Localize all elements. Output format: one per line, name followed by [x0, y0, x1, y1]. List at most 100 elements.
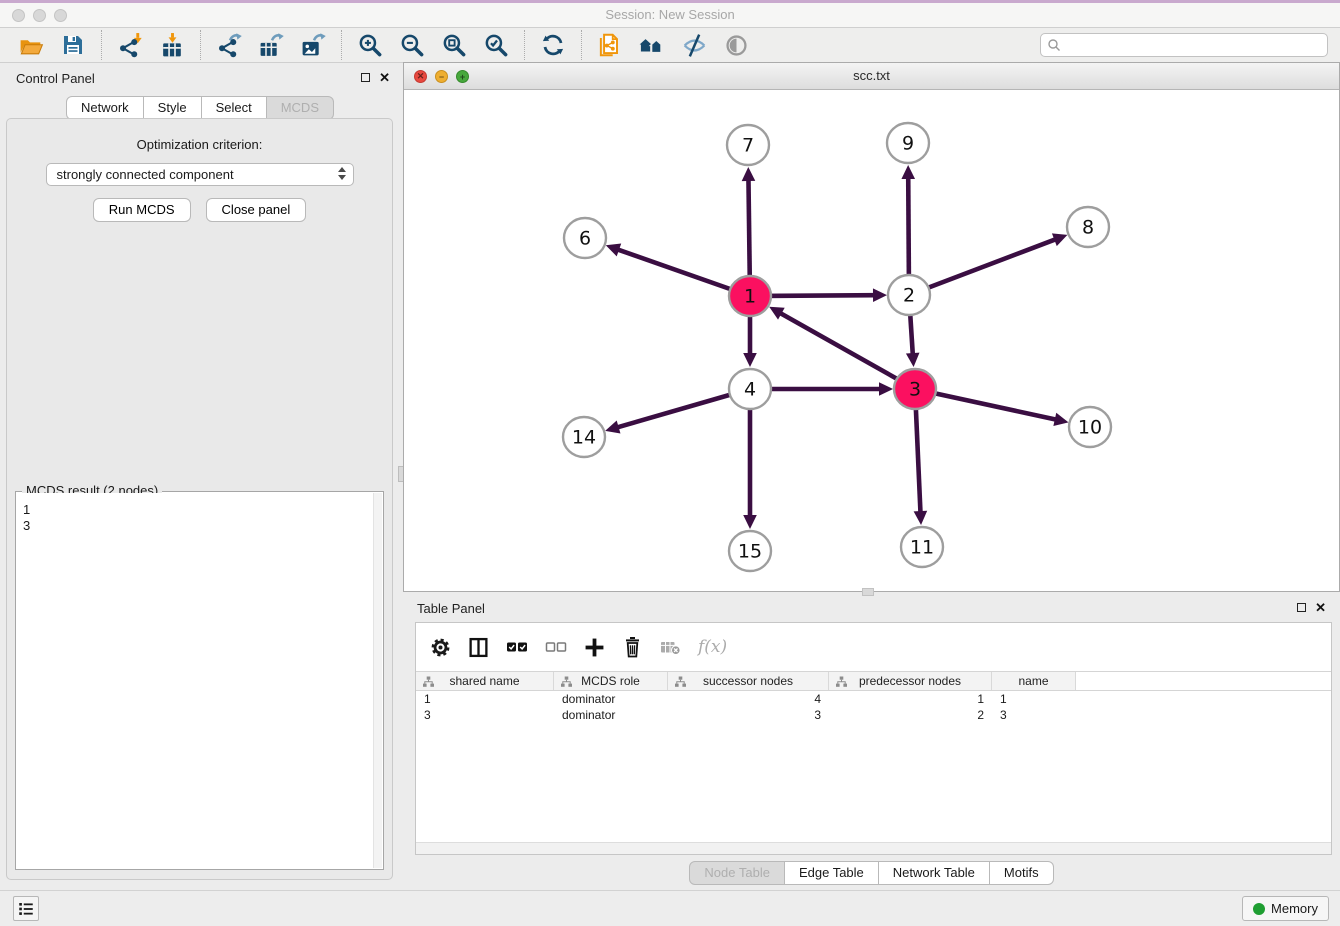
deselect-all-columns-icon[interactable] [545, 640, 567, 654]
criterion-dropdown[interactable]: strongly connected component [46, 163, 354, 186]
column-header-predecessor-nodes[interactable]: predecessor nodes [829, 672, 992, 690]
zoom-out-icon[interactable] [397, 30, 427, 60]
table-cell[interactable]: 1 [416, 691, 554, 707]
close-panel-icon[interactable]: ✕ [379, 72, 390, 83]
settings-icon[interactable] [430, 637, 451, 658]
float-panel-icon[interactable] [361, 73, 370, 82]
zoom-selected-icon[interactable] [481, 30, 511, 60]
table-cell[interactable]: dominator [554, 707, 668, 723]
control-panel: Control Panel ✕ NetworkStyleSelectMCDS O… [0, 65, 400, 882]
table-row[interactable]: 3dominator323 [416, 707, 1331, 723]
tab-edge-table[interactable]: Edge Table [785, 861, 879, 885]
toolbar-separator [341, 30, 342, 60]
table-cell[interactable]: 3 [668, 707, 829, 723]
close-panel-button[interactable]: Close panel [206, 198, 307, 222]
column-header-MCDS-role[interactable]: MCDS role [554, 672, 668, 690]
import-table-icon[interactable] [157, 30, 187, 60]
tab-mcds[interactable]: MCDS [267, 96, 334, 120]
home-icon[interactable] [637, 30, 667, 60]
show-graphics-icon[interactable] [721, 30, 751, 60]
zoom-in-icon[interactable] [355, 30, 385, 60]
graph-edge-1-6[interactable] [606, 244, 750, 296]
graph-node-label: 11 [910, 537, 934, 559]
import-network-icon[interactable] [115, 30, 145, 60]
graph-node-15[interactable]: 15 [729, 531, 771, 571]
table-cell[interactable]: 3 [992, 707, 1076, 723]
graph-node-label: 6 [579, 228, 591, 250]
column-header-label: successor nodes [703, 674, 793, 688]
column-chooser-icon[interactable] [468, 637, 489, 658]
node-table: f(x) shared nameMCDS role successor nodes… [415, 622, 1332, 855]
export-network-icon[interactable] [214, 30, 244, 60]
graph-node-3[interactable]: 3 [894, 369, 936, 409]
memory-button[interactable]: Memory [1242, 896, 1329, 921]
search-input[interactable] [1061, 38, 1321, 52]
graph-node-label: 4 [744, 379, 756, 401]
graph-edge-3-10[interactable] [915, 389, 1069, 426]
add-column-icon[interactable] [584, 637, 605, 658]
open-session-icon[interactable] [16, 30, 46, 60]
tab-motifs[interactable]: Motifs [990, 861, 1054, 885]
tab-node-table[interactable]: Node Table [689, 861, 785, 885]
column-type-icon [560, 676, 573, 688]
search-field[interactable] [1040, 33, 1328, 57]
graph-node-2[interactable]: 2 [888, 275, 930, 315]
table-panel-header: Table Panel ✕ [403, 595, 1340, 623]
close-table-panel-icon[interactable]: ✕ [1315, 602, 1326, 613]
table-toolbar: f(x) [416, 623, 1331, 671]
delete-column-icon[interactable] [622, 636, 643, 658]
table-cell[interactable]: dominator [554, 691, 668, 707]
graph-edge-4-14[interactable] [605, 389, 750, 434]
network-window-titlebar[interactable]: ✕ − + scc.txt [404, 63, 1339, 90]
graph-node-7[interactable]: 7 [727, 125, 769, 165]
graph-node-9[interactable]: 9 [887, 123, 929, 163]
column-type-icon [835, 676, 848, 688]
graph-edge-2-8[interactable] [909, 233, 1067, 295]
task-history-button[interactable] [13, 896, 39, 921]
main-toolbar [0, 28, 1340, 63]
table-row[interactable]: 1dominator411 [416, 691, 1331, 707]
tab-network-table[interactable]: Network Table [879, 861, 990, 885]
graph-edge-3-1[interactable] [769, 307, 915, 389]
tab-network[interactable]: Network [66, 96, 144, 120]
graph-node-11[interactable]: 11 [901, 527, 943, 567]
export-table-icon[interactable] [256, 30, 286, 60]
control-panel-title: Control Panel [16, 71, 95, 86]
column-header-name[interactable]: name [992, 672, 1076, 690]
graph-node-14[interactable]: 14 [563, 417, 605, 457]
select-all-columns-icon[interactable] [506, 640, 528, 654]
table-hscrollbar[interactable] [416, 842, 1331, 854]
network-graph-canvas[interactable]: 7 9 6 8 1 2 4 3 14 10 15 11 [404, 90, 1339, 591]
graph-node-label: 15 [738, 541, 762, 563]
result-scrollbar[interactable] [373, 493, 382, 868]
graph-node-4[interactable]: 4 [729, 369, 771, 409]
graph-node-10[interactable]: 10 [1069, 407, 1111, 447]
table-cell[interactable]: 2 [829, 707, 992, 723]
mcds-result-list[interactable]: 13 [17, 493, 372, 868]
table-cell[interactable]: 1 [829, 691, 992, 707]
manage-networks-icon[interactable] [595, 30, 625, 60]
hide-graphics-icon[interactable] [679, 30, 709, 60]
graph-node-8[interactable]: 8 [1067, 207, 1109, 247]
table-cell[interactable]: 4 [668, 691, 829, 707]
status-bar: Memory [0, 890, 1340, 926]
graph-node-label: 2 [903, 285, 915, 307]
column-header-shared-name[interactable]: shared name [416, 672, 554, 690]
tab-select[interactable]: Select [202, 96, 267, 120]
memory-status-icon [1253, 903, 1265, 915]
table-cell[interactable]: 3 [416, 707, 554, 723]
criterion-dropdown-value: strongly connected component [57, 167, 234, 182]
export-image-icon[interactable] [298, 30, 328, 60]
run-mcds-button[interactable]: Run MCDS [93, 198, 191, 222]
save-session-icon[interactable] [58, 30, 88, 60]
tab-style[interactable]: Style [144, 96, 202, 120]
refresh-icon[interactable] [538, 30, 568, 60]
graph-node-6[interactable]: 6 [564, 218, 606, 258]
network-view-window: ✕ − + scc.txt 7 9 6 8 1 2 4 3 14 10 15 11 [403, 62, 1340, 592]
table-cell[interactable]: 1 [992, 691, 1076, 707]
column-header-successor-nodes[interactable]: successor nodes [668, 672, 829, 690]
graph-node-1[interactable]: 1 [729, 276, 771, 316]
zoom-fit-icon[interactable] [439, 30, 469, 60]
float-table-panel-icon[interactable] [1297, 603, 1306, 612]
table-header-row: shared nameMCDS role successor nodes prede… [416, 671, 1331, 691]
